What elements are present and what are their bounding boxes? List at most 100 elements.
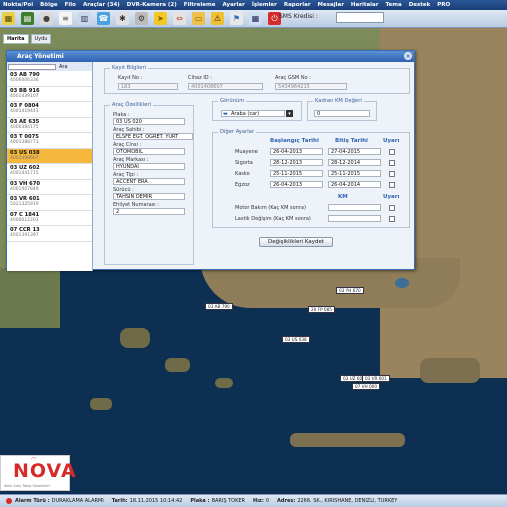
- dialog-title-bar: Araç Yönetimi ×: [7, 51, 414, 62]
- map-vehicle-marker[interactable]: 03 VR 601: [362, 375, 390, 382]
- map-vehicle-marker[interactable]: 03 AB 790: [205, 303, 233, 310]
- appearance-legend: Görünüm: [218, 98, 247, 104]
- odometer-legend: Kadran KM Değeri: [313, 98, 364, 104]
- license-input[interactable]: 2: [113, 208, 185, 215]
- insurance-end-input[interactable]: 28-12-2014: [328, 159, 381, 166]
- vehicle-list-icon[interactable]: ▤: [21, 12, 34, 25]
- casco-label: Kasko: [235, 171, 250, 177]
- inspection-end-input[interactable]: 27-04-2015: [328, 148, 381, 155]
- island-area: [420, 358, 480, 383]
- menu-item-theme[interactable]: Tema: [385, 2, 401, 8]
- save-changes-button[interactable]: Değişiklikleri Kaydet: [259, 237, 333, 247]
- vehicle-device-id: 4001419441: [10, 109, 39, 114]
- list-item-selected[interactable]: 03 US 038 4001408607: [7, 148, 92, 164]
- vehicle-properties-group: Araç Özellikleri Plaka : 03 US 020 Araç …: [104, 102, 194, 265]
- menu-item-maps[interactable]: Haritalar: [351, 2, 379, 8]
- menu-item-support[interactable]: Destek: [409, 2, 431, 8]
- list-item[interactable]: 07 CCR 13 4001391397: [7, 226, 92, 242]
- warning-icon[interactable]: ⚠: [211, 12, 224, 25]
- menu-item-fleet[interactable]: Filo: [65, 2, 76, 8]
- grid-icon[interactable]: ▥: [78, 12, 91, 25]
- driver-input[interactable]: TAHSİN DEMİR: [113, 193, 185, 200]
- vehicle-device-id: 4001391397: [10, 233, 39, 238]
- lake-area: [395, 278, 409, 288]
- vehicle-device-id: 4001439107: [10, 93, 39, 99]
- menu-item-dvr-camera[interactable]: DVR-Kamera (2): [127, 2, 177, 8]
- bike-icon[interactable]: ✱: [116, 12, 129, 25]
- chevron-down-icon[interactable]: ▾: [286, 110, 293, 117]
- model-input[interactable]: ACCENT ERA: [113, 178, 185, 185]
- list-item[interactable]: 07 C 1841 4006012203: [7, 211, 92, 226]
- list-item[interactable]: 03 BB 916 4001439107: [7, 87, 92, 102]
- menu-item-filter[interactable]: Filtreleme: [184, 2, 216, 8]
- chart-icon[interactable]: ▦: [2, 12, 15, 25]
- brand-input[interactable]: HYUNDAI: [113, 163, 185, 170]
- send-icon[interactable]: ➤: [154, 12, 167, 25]
- close-icon[interactable]: ×: [404, 52, 412, 60]
- odometer-input[interactable]: 0: [314, 110, 370, 117]
- vehicle-device-id: 4006012203: [10, 217, 39, 223]
- menu-item-settings[interactable]: Ayarlar: [222, 2, 244, 8]
- dialog-title: Araç Yönetimi: [17, 53, 64, 60]
- emission-alert-checkbox[interactable]: [389, 182, 395, 188]
- menu-item-region[interactable]: Bölge: [40, 2, 58, 8]
- list-item[interactable]: 03 F 0804 4001419441: [7, 102, 92, 118]
- plate-input[interactable]: 03 US 020: [113, 118, 185, 125]
- tab-satellite[interactable]: Uydu: [30, 34, 52, 44]
- casco-end-input[interactable]: 25-11-2015: [328, 170, 381, 177]
- vehicle-device-id: 4001407849: [10, 186, 39, 192]
- map-vehicle-marker[interactable]: 03 US 038: [282, 336, 310, 343]
- toolbar: ▦ ▤ ● ≡ ▥ ☎ ✱ ⚙ ➤ ⇔ ▭ ⚠ ⚑ ▦ ⏻ SMS Kredis…: [0, 10, 507, 28]
- folder-icon[interactable]: ▭: [192, 12, 205, 25]
- document-icon[interactable]: ≡: [59, 12, 72, 25]
- device-id-label: Cihaz ID :: [188, 75, 212, 81]
- calendar-icon[interactable]: ▦: [249, 12, 262, 25]
- menu-item-poi[interactable]: Nokta/Poi: [3, 2, 33, 8]
- gsm-label: Araç GSM No :: [275, 75, 311, 81]
- menu-item-operations[interactable]: İşlemler: [252, 2, 277, 8]
- insurance-alert-checkbox[interactable]: [389, 160, 395, 166]
- list-item[interactable]: 03 AE 635 4000384175: [7, 118, 92, 133]
- emission-end-input[interactable]: 26-04-2014: [328, 181, 381, 188]
- phone-icon[interactable]: ☎: [97, 12, 110, 25]
- casco-start-input[interactable]: 25-11-2015: [270, 170, 323, 177]
- map-type-tabs: Harita Uydu: [3, 34, 53, 44]
- casco-alert-checkbox[interactable]: [389, 171, 395, 177]
- appearance-group: Görünüm Araba (car) ▬ ▾: [212, 98, 302, 121]
- insurance-start-input[interactable]: 28-12-2013: [270, 159, 323, 166]
- map-vehicle-marker[interactable]: 03 YH 670: [336, 287, 364, 294]
- tab-map[interactable]: Harita: [3, 34, 29, 44]
- menu-item-messages[interactable]: Mesajlar: [318, 2, 344, 8]
- list-item[interactable]: 03 AB 790 4006006336: [7, 71, 92, 87]
- list-item[interactable]: 03 UZ 602 4001441715: [7, 164, 92, 180]
- engine-service-input[interactable]: [328, 204, 381, 211]
- menu-item-reports[interactable]: Raporlar: [284, 2, 311, 8]
- map-vehicle-marker[interactable]: 07 VH 000: [352, 383, 380, 390]
- list-item[interactable]: 03 VR 601 5021325919: [7, 195, 92, 211]
- island-area: [215, 378, 233, 388]
- menu-item-pro[interactable]: PRO: [437, 2, 450, 8]
- engine-service-alert-checkbox[interactable]: [389, 205, 395, 211]
- vehicle-device-id: 4001408607: [10, 155, 39, 161]
- end-date-header: Bitiş Tarihi: [335, 138, 368, 144]
- tire-change-input[interactable]: [328, 215, 381, 222]
- search-button[interactable]: Ara: [59, 64, 68, 70]
- vehicle-search-input[interactable]: [8, 63, 56, 70]
- vehicle-list: Ara 03 AB 790 4006006336 03 BB 916 4001439…: [7, 62, 93, 271]
- type-input[interactable]: OTOMOBİL: [113, 148, 185, 155]
- owner-input[interactable]: ELSFE EĞT. ÖĞRET. YURT: [113, 133, 193, 140]
- map-vehicle-marker[interactable]: 20 FP 085: [308, 306, 335, 313]
- settings-icon[interactable]: ⚙: [135, 12, 148, 25]
- list-item[interactable]: 03 VH 670 4001407849: [7, 180, 92, 195]
- flag-icon[interactable]: ⚑: [230, 12, 243, 25]
- arrows-icon[interactable]: ⇔: [173, 12, 186, 25]
- inspection-start-input[interactable]: 26-04-2013: [270, 148, 323, 155]
- appearance-select[interactable]: Araba (car): [221, 110, 285, 117]
- plate-status-value: BARIŞ TOKER: [211, 498, 246, 504]
- inspection-alert-checkbox[interactable]: [389, 149, 395, 155]
- emission-start-input[interactable]: 26-04-2013: [270, 181, 323, 188]
- menu-item-vehicles[interactable]: Araçlar (34): [83, 2, 120, 8]
- tire-change-alert-checkbox[interactable]: [389, 216, 395, 222]
- list-item[interactable]: 03 T 0075 4001388773: [7, 133, 92, 149]
- user-icon[interactable]: ●: [40, 12, 53, 25]
